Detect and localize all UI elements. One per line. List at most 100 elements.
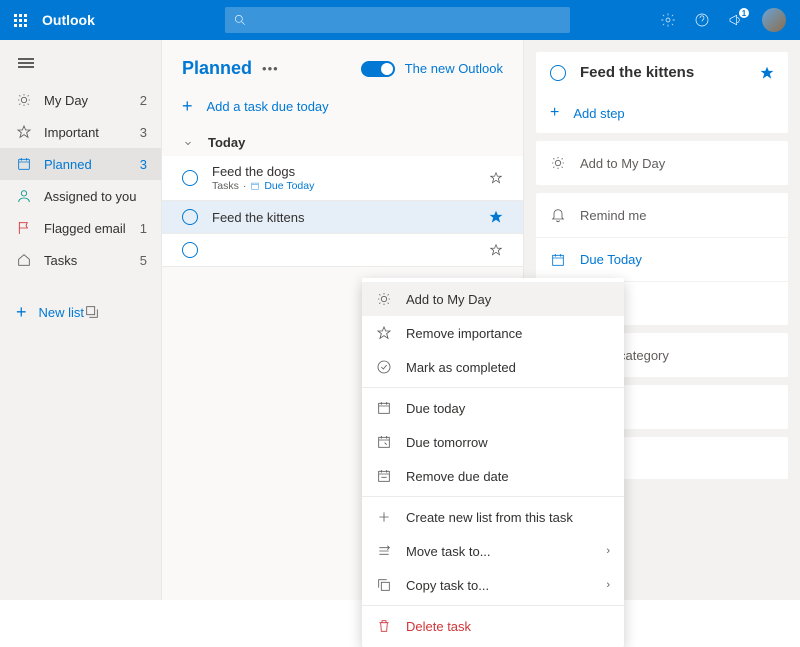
ctx-create-list[interactable]: Create new list from this task [362, 500, 624, 534]
header-actions: 1 [660, 8, 800, 32]
nav-label: Assigned to you [44, 189, 147, 204]
new-group-icon[interactable] [84, 304, 100, 320]
nav-count: 5 [140, 253, 147, 268]
menu-toggle-button[interactable] [0, 50, 161, 84]
calendar-icon [16, 156, 32, 172]
check-circle-icon [376, 359, 392, 375]
task-meta: Tasks· Due Today [212, 180, 489, 192]
app-name: Outlook [42, 12, 95, 28]
ctx-remove-due-date[interactable]: Remove due date [362, 459, 624, 493]
ctx-add-to-my-day[interactable]: Add to My Day [362, 282, 624, 316]
copy-icon [376, 577, 392, 593]
plus-icon: + [550, 104, 559, 122]
calendar-icon [250, 181, 260, 191]
star-icon[interactable] [489, 210, 503, 224]
ctx-mark-completed[interactable]: Mark as completed [362, 350, 624, 384]
add-task-placeholder: Add a task due today [207, 99, 329, 114]
sun-icon [16, 92, 32, 108]
complete-checkbox[interactable] [182, 170, 198, 186]
chevron-right-icon: › [606, 579, 610, 591]
ctx-copy-task[interactable]: Copy task to... › [362, 568, 624, 602]
nav-label: Planned [44, 157, 140, 172]
star-icon[interactable] [760, 66, 774, 80]
section-header-today[interactable]: Today [162, 129, 523, 156]
complete-checkbox[interactable] [550, 65, 566, 81]
sidebar-item-my-day[interactable]: My Day 2 [0, 84, 161, 116]
calendar-remove-icon [376, 468, 392, 484]
search-input[interactable] [225, 7, 570, 33]
sidebar-item-important[interactable]: Important 3 [0, 116, 161, 148]
nav-count: 1 [140, 221, 147, 236]
detail-task-title[interactable]: Feed the kittens [580, 64, 760, 81]
task-row[interactable] [162, 234, 523, 267]
search-icon [233, 13, 247, 27]
flag-icon [16, 220, 32, 236]
new-list-label: New list [39, 305, 85, 320]
section-label: Today [208, 135, 245, 150]
ctx-due-tomorrow[interactable]: Due tomorrow [362, 425, 624, 459]
divider [362, 496, 624, 497]
new-list-button[interactable]: + New list [0, 294, 161, 330]
complete-checkbox[interactable] [182, 209, 198, 225]
help-icon[interactable] [694, 12, 710, 28]
calendar-today-icon [376, 400, 392, 416]
divider [362, 387, 624, 388]
star-icon [376, 325, 392, 341]
nav-label: My Day [44, 93, 140, 108]
move-icon [376, 543, 392, 559]
app-launcher-button[interactable] [0, 14, 40, 27]
list-header: Planned ••• The new Outlook [162, 40, 523, 89]
chevron-down-icon [182, 137, 194, 149]
ctx-delete-task[interactable]: Delete task [362, 609, 624, 643]
nav-label: Flagged email [44, 221, 140, 236]
task-context-menu: Add to My Day Remove importance Mark as … [362, 278, 624, 647]
ctx-remove-importance[interactable]: Remove importance [362, 316, 624, 350]
detail-header: Feed the kittens [536, 52, 788, 93]
detail-due-date[interactable]: Due Today [536, 237, 788, 281]
plus-icon: + [182, 97, 193, 115]
star-icon[interactable] [489, 171, 503, 185]
sidebar-item-planned[interactable]: Planned 3 [0, 148, 161, 180]
list-options-button[interactable]: ••• [262, 61, 279, 76]
trash-icon [376, 618, 392, 634]
task-row[interactable]: Feed the kittens [162, 201, 523, 234]
list-title: Planned [182, 58, 252, 79]
sun-icon [376, 291, 392, 307]
nav-label: Important [44, 125, 140, 140]
notification-badge: 1 [739, 8, 749, 18]
nav-count: 3 [140, 157, 147, 172]
bell-icon [550, 207, 566, 223]
complete-checkbox[interactable] [182, 242, 198, 258]
chevron-right-icon: › [606, 545, 610, 557]
sidebar-item-assigned[interactable]: Assigned to you [0, 180, 161, 212]
avatar[interactable] [762, 8, 786, 32]
add-task-input[interactable]: + Add a task due today [162, 89, 523, 129]
announcements-button[interactable]: 1 [728, 12, 744, 28]
nav-count: 3 [140, 125, 147, 140]
sidebar: My Day 2 Important 3 Planned 3 Assigned … [0, 40, 162, 600]
calendar-icon [550, 252, 566, 268]
plus-icon [376, 509, 392, 525]
task-row[interactable]: Feed the dogs Tasks· Due Today [162, 156, 523, 201]
app-header: Outlook 1 [0, 0, 800, 40]
add-step-button[interactable]: + Add step [536, 93, 788, 133]
ctx-due-today[interactable]: Due today [362, 391, 624, 425]
detail-remind-me[interactable]: Remind me [536, 193, 788, 237]
detail-add-myday[interactable]: Add to My Day [536, 141, 788, 185]
sidebar-item-flagged[interactable]: Flagged email 1 [0, 212, 161, 244]
settings-icon[interactable] [660, 12, 676, 28]
ctx-move-task[interactable]: Move task to... › [362, 534, 624, 568]
divider [362, 605, 624, 606]
nav-label: Tasks [44, 253, 140, 268]
task-title: Feed the kittens [212, 210, 489, 225]
sidebar-item-tasks[interactable]: Tasks 5 [0, 244, 161, 276]
nav-count: 2 [140, 93, 147, 108]
star-icon[interactable] [489, 243, 503, 257]
task-title: Feed the dogs [212, 164, 489, 179]
plus-icon: + [16, 303, 27, 321]
new-outlook-toggle[interactable] [361, 61, 395, 77]
toggle-label: The new Outlook [405, 61, 503, 76]
calendar-tomorrow-icon [376, 434, 392, 450]
home-icon [16, 252, 32, 268]
waffle-icon [14, 14, 27, 27]
